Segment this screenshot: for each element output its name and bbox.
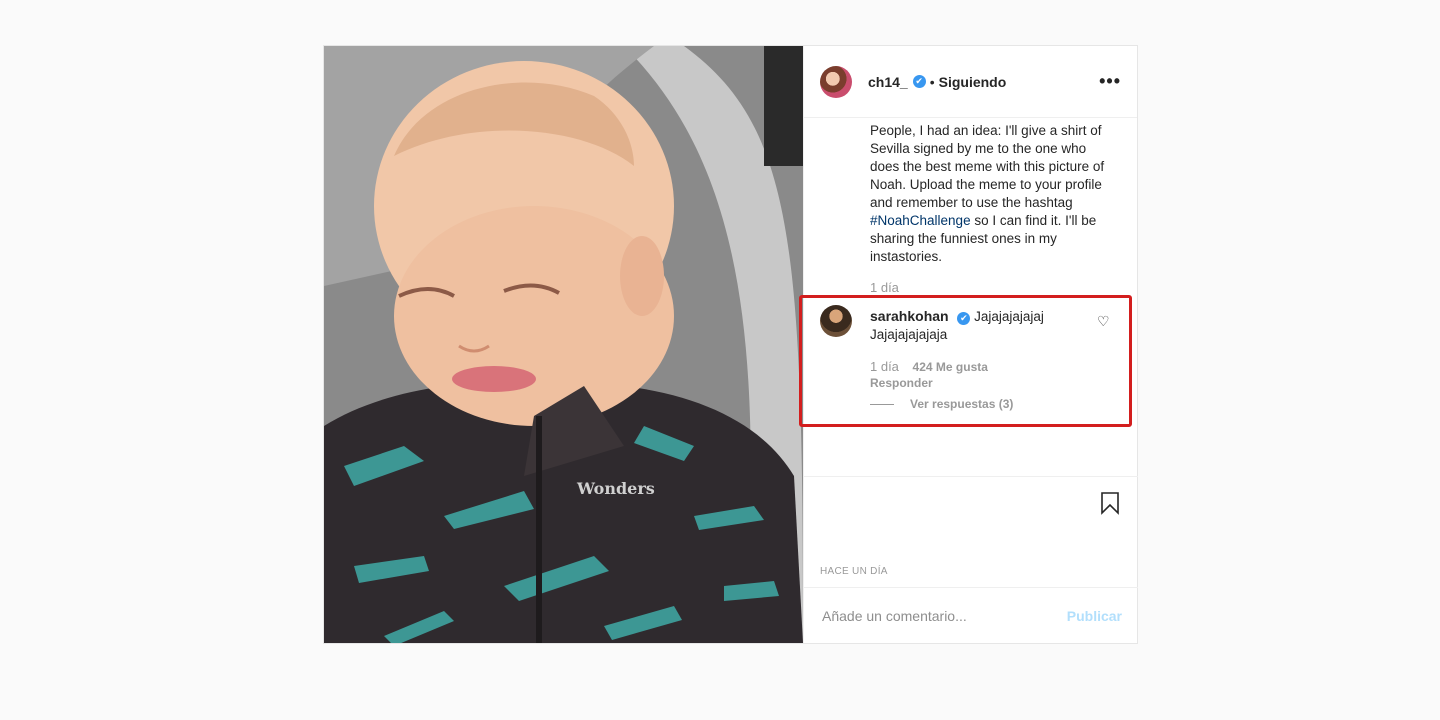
comment-likes-count[interactable]: 424 Me gusta bbox=[913, 360, 988, 374]
commenter-username[interactable]: sarahkohan bbox=[870, 308, 949, 324]
post-actions bbox=[804, 476, 1138, 557]
comment-meta: 1 día 424 Me gusta bbox=[870, 359, 988, 374]
more-options-icon[interactable]: ••• bbox=[1099, 72, 1121, 90]
replies-divider-line bbox=[870, 404, 894, 406]
post-side-panel: ch14_ ✔ • Siguiendo ••• People, I had an… bbox=[799, 46, 1138, 643]
header-separator: • bbox=[929, 73, 935, 90]
view-replies-label: Ver respuestas (3) bbox=[910, 397, 1014, 411]
comment-input[interactable] bbox=[820, 606, 1067, 625]
caption-timestamp[interactable]: 1 día bbox=[870, 280, 899, 295]
comment-timestamp[interactable]: 1 día bbox=[870, 359, 899, 374]
author-username[interactable]: ch14_ bbox=[868, 74, 908, 90]
like-comment-heart-icon[interactable]: ♡ bbox=[1097, 313, 1110, 330]
caption-text-start: People, I had an idea: I'll give a shirt… bbox=[870, 123, 1105, 210]
following-button[interactable]: Siguiendo bbox=[939, 74, 1007, 90]
comment-composer: Publicar bbox=[804, 587, 1138, 643]
verified-badge-icon: ✔ bbox=[912, 75, 926, 88]
verified-badge-icon: ✔ bbox=[957, 312, 971, 325]
bookmark-icon[interactable] bbox=[1098, 491, 1122, 515]
hashtag-link[interactable]: #NoahChallenge bbox=[870, 213, 971, 228]
post-photo[interactable]: Wonders bbox=[324, 46, 803, 643]
post-caption: People, I had an idea: I'll give a shirt… bbox=[870, 122, 1106, 266]
view-replies-button[interactable]: Ver respuestas (3) bbox=[870, 397, 1013, 411]
post-card: Wonders ch14_ ✔ • Siguiendo ••• People, … bbox=[323, 45, 1138, 644]
baby-photo-illustration bbox=[324, 46, 803, 643]
author-avatar[interactable] bbox=[820, 65, 852, 98]
post-header: ch14_ ✔ • Siguiendo ••• bbox=[804, 46, 1137, 118]
publish-button[interactable]: Publicar bbox=[1067, 608, 1122, 624]
post-date: HACE UN DÍA bbox=[820, 566, 888, 577]
comment-body: sarahkohan ✔ Jajajajajajaj Jajajajajajaj… bbox=[870, 307, 1090, 344]
reply-button[interactable]: Responder bbox=[870, 376, 933, 390]
commenter-avatar[interactable] bbox=[820, 305, 852, 337]
photo-text: Wonders bbox=[577, 479, 655, 498]
